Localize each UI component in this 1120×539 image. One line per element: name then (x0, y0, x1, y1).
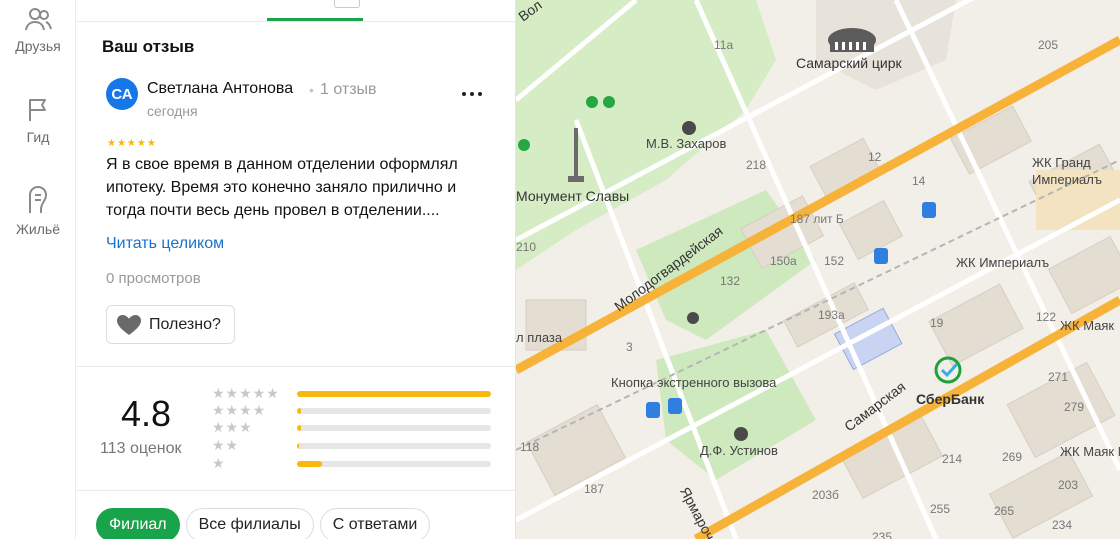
review-filters: Филиал Все филиалы С ответами (96, 508, 431, 539)
dot-icon (470, 92, 474, 96)
house-number: 14 (912, 174, 926, 188)
useful-button[interactable]: Полезно? (106, 305, 235, 344)
rail-item-friends[interactable]: Друзья (0, 6, 76, 54)
map-label-emergency[interactable]: Кнопка экстренного вызова (611, 375, 776, 390)
distribution-bar (297, 443, 491, 449)
house-number: 187 (584, 482, 605, 496)
map-label-circus[interactable]: Самарский цирк (796, 55, 902, 71)
house-number: 11а (714, 38, 734, 52)
more-options-button[interactable] (458, 84, 486, 104)
views-count: 0 просмотров (106, 270, 201, 287)
reviews-panel: Ваш отзыв СА Светлана Антонова • 1 отзыв… (76, 0, 516, 539)
distribution-bar-fill (297, 461, 323, 467)
rating-count: 113 оценок (100, 440, 182, 457)
house-number: 279 (1064, 400, 1085, 414)
average-rating: 4.8 (120, 393, 172, 434)
map-label-plaza[interactable]: л плаза (516, 330, 562, 345)
map-label-mayak-ne[interactable]: ЖК Маяк Ne (1060, 444, 1120, 459)
review-text: Я в свое время в данном отделении оформл… (106, 156, 458, 219)
house-number: 152 (824, 254, 845, 268)
house-number: 271 (1048, 370, 1069, 384)
house-number: 255 (930, 502, 951, 516)
house-number: 218 (746, 158, 767, 172)
distribution-bar-fill (297, 425, 301, 431)
filter-chip[interactable]: Все филиалы (185, 508, 314, 539)
house-number: 269 (1002, 450, 1023, 464)
building-icon (29, 185, 48, 213)
rail-label-friends: Друзья (15, 38, 61, 54)
map-label-grand[interactable]: ЖК Гранд Империалъ (1032, 154, 1120, 188)
distribution-bar (297, 408, 491, 414)
left-rail: Друзья Гид Жильё (0, 0, 76, 539)
rail-label-housing: Жильё (16, 221, 60, 237)
read-more-link[interactable]: Читать целиком (106, 235, 224, 253)
dot-icon (478, 92, 482, 96)
review-date: сегодня (147, 103, 198, 119)
distribution-stars: ★★★ (212, 419, 253, 435)
distribution-bar (297, 391, 491, 397)
rail-item-guide[interactable]: Гид (0, 97, 76, 145)
divider (76, 490, 516, 491)
distribution-bar (297, 425, 491, 431)
house-number: 235 (872, 530, 893, 539)
house-number: 12 (868, 150, 882, 164)
house-number: 203 (1058, 478, 1079, 492)
house-number: 205 (1038, 38, 1059, 52)
map-view[interactable]: Самарский цирк М.В. Захаров Монумент Сла… (516, 0, 1120, 539)
tab-bar (76, 0, 516, 22)
house-number: 187 лит Б (790, 212, 844, 226)
distribution-stars: ★★★★ (212, 402, 267, 418)
distribution-bar-fill (297, 408, 301, 414)
flag-icon (29, 99, 46, 121)
house-number: 214 (942, 452, 963, 466)
dot-icon (462, 92, 466, 96)
distribution-stars: ★★ (212, 437, 240, 453)
map-label-zakharov[interactable]: М.В. Захаров (646, 136, 726, 151)
house-number: 150а (770, 254, 797, 268)
house-number: 118 (520, 440, 540, 454)
friends-icon (25, 8, 52, 31)
distribution-bar-fill (297, 443, 299, 449)
rail-label-guide: Гид (26, 129, 50, 145)
house-number: 234 (1052, 518, 1073, 532)
heart-icon (117, 314, 141, 335)
house-number: 122 (1036, 310, 1057, 324)
house-number: 193а (818, 308, 845, 322)
rail-item-housing[interactable]: Жильё (0, 185, 76, 237)
house-number: 265 (994, 504, 1015, 518)
map-label-mayak[interactable]: ЖК Маяк (1060, 318, 1114, 333)
section-title: Ваш отзыв (102, 37, 195, 56)
house-number: 3 (626, 340, 633, 354)
divider (76, 366, 516, 367)
distribution-stars: ★ (212, 455, 226, 471)
house-number: 203б (812, 488, 839, 502)
author-name[interactable]: Светлана Антонова (147, 80, 293, 98)
filter-chip[interactable]: Филиал (96, 508, 180, 539)
map-label-imperial[interactable]: ЖК Империалъ (956, 255, 1049, 270)
house-number: 19 (930, 316, 944, 330)
filter-chip[interactable]: С ответами (319, 508, 431, 539)
house-number: 210 (516, 240, 537, 254)
tab-active-indicator (267, 18, 363, 21)
author-review-count: 1 отзыв (320, 81, 377, 98)
avatar[interactable]: СА (106, 78, 138, 110)
separator-dot: • (309, 82, 314, 98)
map-label-monument[interactable]: Монумент Славы (516, 188, 629, 204)
app-root: Друзья Гид Жильё Ваш отзыв СА Светлана А… (0, 0, 1120, 539)
tab-edge (334, 0, 360, 8)
review-stars: ★★★★★ (107, 138, 157, 149)
map-label-sberbank[interactable]: СберБанк (916, 391, 984, 407)
distribution-bar (297, 461, 491, 467)
distribution-stars: ★★★★★ (212, 385, 280, 401)
map-label-ustinov[interactable]: Д.Ф. Устинов (700, 443, 778, 458)
distribution-bar-fill (297, 391, 491, 397)
house-number: 132 (720, 274, 741, 288)
useful-label: Полезно? (149, 315, 221, 333)
